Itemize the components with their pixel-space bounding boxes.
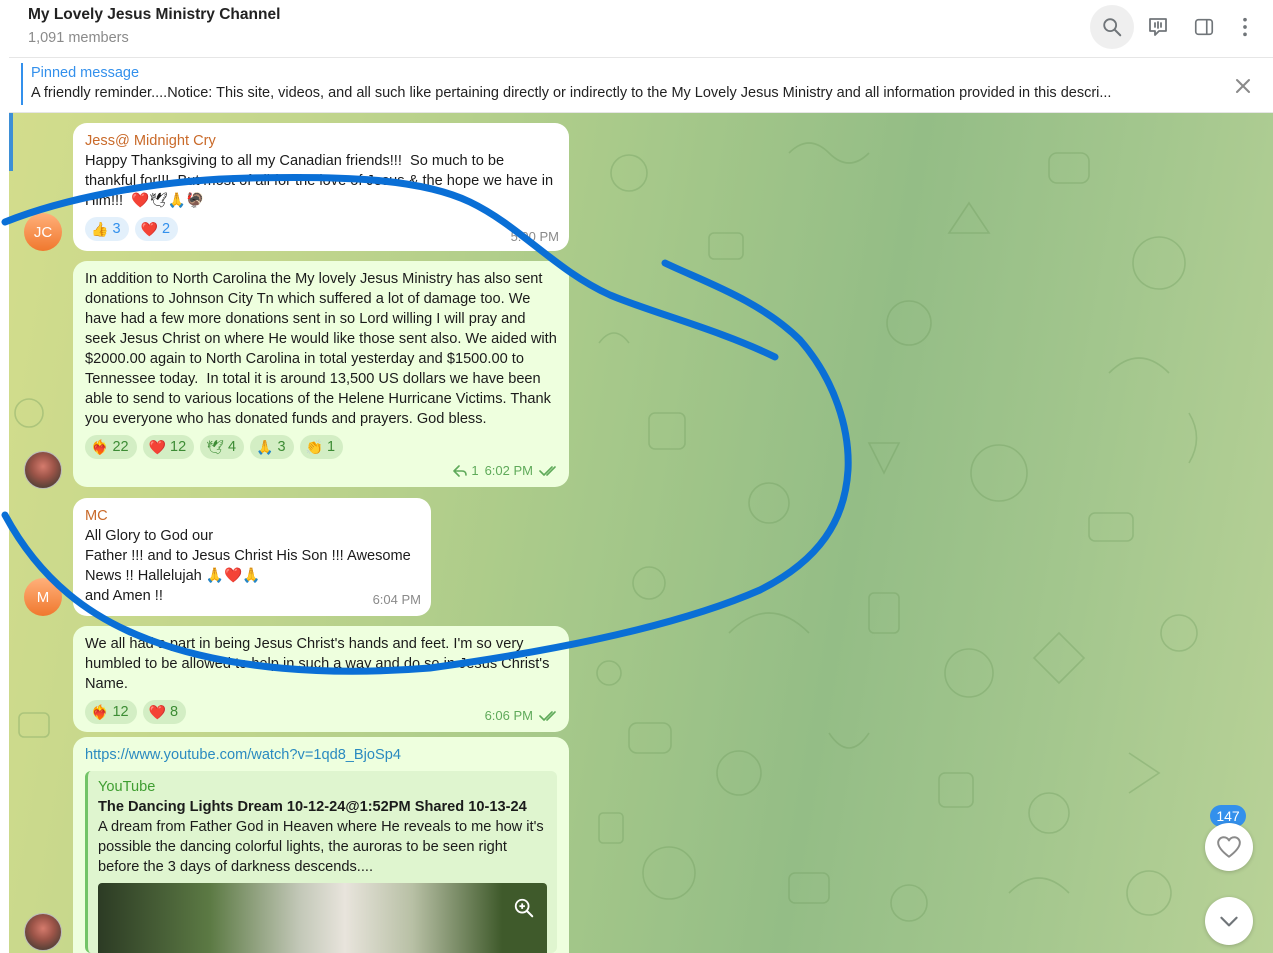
- avatar[interactable]: JC: [24, 213, 62, 251]
- reaction-chip[interactable]: ❤️ 2: [134, 217, 179, 241]
- message-text: In addition to North Carolina the My lov…: [85, 271, 561, 427]
- thumbs-up-icon: 👍: [91, 221, 109, 237]
- dove-icon: 🕊: [206, 439, 224, 455]
- pinned-indicator: [21, 63, 23, 105]
- member-count: 1,091 members: [28, 30, 129, 46]
- reply-count-button[interactable]: 1: [453, 461, 479, 481]
- search-icon: [1103, 18, 1122, 37]
- sidebar-toggle-icon: [1194, 18, 1214, 36]
- reaction-chip[interactable]: 👍 3: [85, 217, 129, 241]
- reaction-count: 8: [170, 704, 179, 720]
- message-link[interactable]: https://www.youtube.com/watch?v=1qd8_Bjo…: [85, 745, 557, 765]
- avatar[interactable]: [24, 451, 62, 489]
- sidebar-toggle-button[interactable]: [1182, 5, 1226, 49]
- scroll-position-indicator: [9, 113, 13, 171]
- message-bubble[interactable]: In addition to North Carolina the My lov…: [73, 261, 569, 487]
- live-stream-button[interactable]: [1136, 5, 1180, 49]
- message-bubble[interactable]: https://www.youtube.com/watch?v=1qd8_Bjo…: [73, 737, 569, 953]
- like-button[interactable]: [1205, 823, 1253, 871]
- clapping-hands-icon: 👏: [305, 439, 323, 455]
- reaction-chip[interactable]: 🙏 3: [250, 435, 294, 459]
- reaction-count: 3: [277, 439, 286, 455]
- message-text: Happy Thanksgiving to all my Canadian fr…: [85, 153, 558, 209]
- preview-site-name: YouTube: [98, 779, 156, 795]
- live-stream-icon: [1149, 18, 1167, 36]
- close-icon: [1236, 79, 1250, 93]
- reactions: 👍 3 ❤️ 2: [85, 217, 557, 241]
- message-author[interactable]: Jess@ Midnight Cry: [85, 131, 557, 151]
- link-preview[interactable]: YouTube The Dancing Lights Dream 10-12-2…: [85, 771, 557, 953]
- reaction-count: 12: [170, 439, 187, 455]
- reply-arrow-icon: [453, 465, 468, 477]
- chat-header: My Lovely Jesus Ministry Channel 1,091 m…: [9, 0, 1273, 58]
- heart-on-fire-icon: ❤️‍🔥: [91, 439, 109, 455]
- message-time: 6:04 PM: [372, 592, 421, 607]
- reaction-chip[interactable]: ❤️ 8: [142, 700, 187, 724]
- message-bubble[interactable]: Jess@ Midnight Cry Happy Thanksgiving to…: [73, 123, 569, 251]
- message-time: 6:06 PM: [484, 708, 533, 723]
- chevron-down-icon: [1220, 916, 1238, 927]
- double-check-icon: [539, 711, 556, 721]
- reaction-chip[interactable]: 👏 1: [299, 435, 344, 459]
- reaction-count: 3: [112, 221, 121, 237]
- zoom-in-icon[interactable]: [513, 897, 535, 919]
- avatar[interactable]: M: [24, 578, 62, 616]
- heart-on-fire-icon: ❤️‍🔥: [91, 704, 109, 720]
- pinned-label: Pinned message: [31, 65, 140, 81]
- scroll-to-bottom-button[interactable]: [1205, 897, 1253, 945]
- preview-thumbnail[interactable]: [98, 883, 547, 953]
- message-text: We all had a part in being Jesus Christ'…: [85, 636, 554, 692]
- heart-outline-icon: [1217, 836, 1241, 858]
- message-time: 5:00 PM: [510, 229, 559, 244]
- reaction-count: 2: [161, 221, 171, 237]
- more-vert-icon: [1243, 17, 1247, 37]
- pinned-message-bar[interactable]: Pinned message A friendly reminder....No…: [9, 58, 1273, 113]
- message-list[interactable]: JC Jess@ Midnight Cry Happy Thanksgiving…: [9, 113, 1273, 953]
- reply-count: 1: [471, 463, 479, 478]
- message-bubble[interactable]: We all had a part in being Jesus Christ'…: [73, 626, 569, 732]
- preview-title: The Dancing Lights Dream 10-12-24@1:52PM…: [98, 799, 527, 815]
- heart-icon: ❤️: [148, 704, 167, 720]
- praying-hands-icon: 🙏: [256, 439, 274, 455]
- more-options-button[interactable]: [1223, 5, 1267, 49]
- double-check-icon: [539, 466, 556, 476]
- search-button[interactable]: [1090, 5, 1134, 49]
- reaction-chip[interactable]: 🕊 4: [200, 435, 245, 459]
- avatar-initials: JC: [33, 223, 53, 241]
- preview-description: A dream from Father God in Heaven where …: [98, 819, 544, 875]
- message-meta: 1 6:02 PM: [453, 461, 559, 481]
- reaction-count: 4: [227, 439, 237, 455]
- message-meta: 6:06 PM: [485, 706, 559, 726]
- reaction-count: 12: [112, 704, 129, 720]
- reaction-chip[interactable]: ❤️ 12: [142, 435, 195, 459]
- reactions: ❤️‍🔥 22 ❤️ 12 🕊 4 🙏 3 👏 1: [85, 435, 557, 459]
- reaction-count: 1: [326, 439, 336, 455]
- reaction-chip[interactable]: ❤️‍🔥 12: [85, 700, 137, 724]
- channel-title[interactable]: My Lovely Jesus Ministry Channel: [28, 6, 280, 24]
- heart-icon: ❤️: [140, 221, 158, 237]
- message-author[interactable]: MC: [85, 506, 419, 526]
- avatar[interactable]: [24, 913, 62, 951]
- heart-icon: ❤️: [148, 439, 167, 455]
- close-pinned-button[interactable]: [1231, 74, 1255, 98]
- message-time: 6:02 PM: [484, 463, 533, 478]
- pinned-text: A friendly reminder....Notice: This site…: [31, 85, 1112, 101]
- message-bubble[interactable]: MC All Glory to God our Father !!! and t…: [73, 498, 431, 616]
- reaction-chip[interactable]: ❤️‍🔥 22: [85, 435, 137, 459]
- avatar-initials: M: [36, 588, 50, 606]
- message-text: All Glory to God our Father !!! and to J…: [85, 528, 411, 604]
- reaction-count: 22: [112, 439, 129, 455]
